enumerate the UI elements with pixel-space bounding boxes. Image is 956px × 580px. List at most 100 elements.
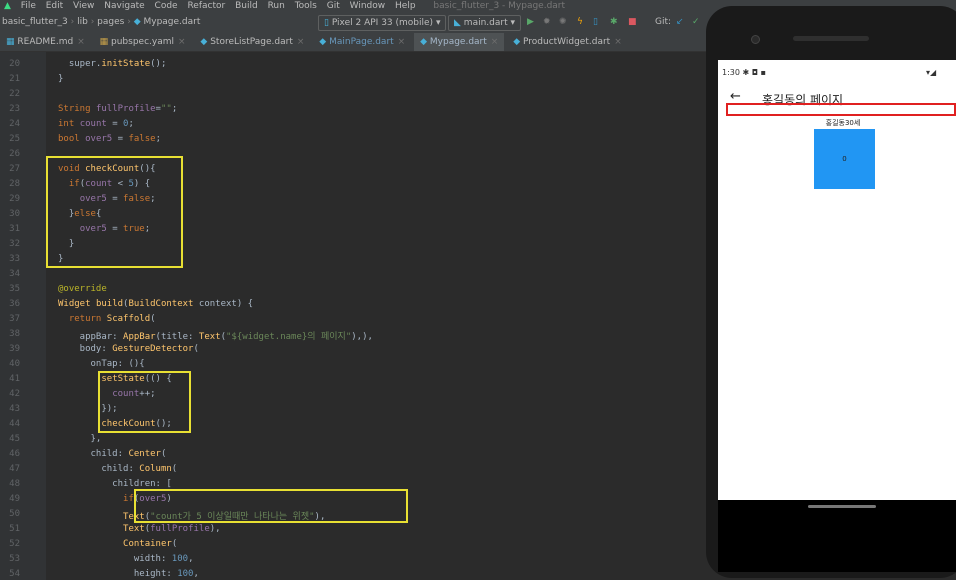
line-number: 39 [9, 344, 20, 354]
menu-navigate[interactable]: Navigate [104, 1, 144, 11]
line-number: 34 [9, 269, 20, 279]
device-selector[interactable]: ▯ Pixel 2 API 33 (mobile) ▾ [318, 15, 447, 31]
line-number-gutter: 20 21 22 23 24 25 26 27 28 29 30 31 32 33 34 35 36 37 38 39… [0, 52, 46, 580]
menu-file[interactable]: File [21, 1, 36, 11]
git-update-icon[interactable]: ↙ [676, 12, 684, 33]
code-line: children: [ [58, 479, 172, 489]
highlight-box [134, 489, 408, 523]
tab-pubspec[interactable]: ▦ pubspec.yaml × [94, 33, 192, 51]
line-number: 22 [9, 89, 20, 99]
breadcrumb-pages[interactable]: pages [97, 17, 124, 27]
status-bar: 1:30 ✱ ◘ ▪ ▾◢ [722, 68, 936, 77]
markdown-icon: ▦ [6, 37, 18, 47]
line-number: 37 [9, 314, 20, 324]
breadcrumb-file[interactable]: Mypage.dart [143, 17, 200, 27]
line-number: 54 [9, 569, 20, 579]
dart-file-icon: ◆ [420, 37, 430, 47]
debug-icon[interactable]: ✹ [543, 12, 551, 33]
menu-refactor[interactable]: Refactor [187, 1, 225, 11]
tab-productwidget[interactable]: ◆ ProductWidget.dart × [507, 33, 628, 51]
line-number: 47 [9, 464, 20, 474]
line-number: 27 [9, 164, 20, 174]
menu-edit[interactable]: Edit [46, 1, 63, 11]
attach-icon[interactable]: ✱ [610, 12, 618, 33]
line-number: 49 [9, 494, 20, 504]
git-commit-icon[interactable]: ✓ [692, 12, 700, 33]
window-title: basic_flutter_3 - Mypage.dart [433, 1, 566, 11]
status-time: 1:30 [722, 68, 740, 77]
tab-label: MainPage.dart [329, 37, 394, 47]
menu-git[interactable]: Git [327, 1, 340, 11]
code-line: @override [58, 284, 107, 294]
line-number: 33 [9, 254, 20, 264]
settings-icon: ✱ ◘ ▪ [742, 68, 767, 77]
line-number: 29 [9, 194, 20, 204]
code-line: onTap: (){ [58, 359, 145, 369]
close-icon[interactable]: × [614, 37, 622, 47]
tab-mypage[interactable]: ◆ Mypage.dart × [414, 33, 505, 51]
profile-text: 홍길동30세 [825, 119, 861, 127]
code-line: height: 100, [58, 569, 199, 579]
line-number: 43 [9, 404, 20, 414]
line-number: 45 [9, 434, 20, 444]
line-number: 42 [9, 389, 20, 399]
line-number: 32 [9, 239, 20, 249]
tab-mainpage[interactable]: ◆ MainPage.dart × [313, 33, 411, 51]
device-label: Pixel 2 API 33 (mobile) [331, 18, 434, 28]
close-icon[interactable]: × [178, 37, 186, 47]
tab-label: README.md [17, 37, 74, 47]
profile-icon[interactable]: ✺ [559, 12, 567, 33]
code-line: child: Center( [58, 449, 167, 459]
home-indicator[interactable] [808, 505, 876, 508]
chevron-down-icon: ▾ [435, 18, 441, 28]
code-line: } [58, 74, 64, 84]
phone-icon: ▯ [324, 18, 329, 28]
close-icon[interactable]: × [77, 37, 85, 47]
hot-reload-icon[interactable]: ϟ [577, 12, 583, 33]
line-number: 38 [9, 329, 20, 339]
chevron-down-icon: ▾ [510, 18, 516, 28]
menu-run[interactable]: Run [268, 1, 285, 11]
run-config-selector[interactable]: ◣ main.dart ▾ [448, 15, 522, 31]
line-number: 23 [9, 104, 20, 114]
breadcrumb-lib[interactable]: lib [77, 17, 88, 27]
code-line: Container( [123, 539, 178, 549]
line-number: 35 [9, 284, 20, 294]
dart-file-icon: ◆ [133, 17, 141, 27]
stop-icon[interactable]: ■ [628, 12, 637, 33]
hot-restart-icon[interactable]: ▯ [593, 12, 598, 33]
tab-storelistpage[interactable]: ◆ StoreListPage.dart × [194, 33, 310, 51]
breadcrumb-project[interactable]: basic_flutter_3 [2, 17, 68, 27]
app-logo-icon: ▲ [4, 1, 11, 11]
code-line: child: Column( [58, 464, 178, 474]
line-number: 24 [9, 119, 20, 129]
line-number: 40 [9, 359, 20, 369]
camera-icon [751, 35, 760, 44]
run-icon[interactable]: ▶ [527, 12, 534, 33]
menu-view[interactable]: View [73, 1, 94, 11]
menu-build[interactable]: Build [235, 1, 258, 11]
code-line: width: 100, [58, 554, 194, 564]
git-label: Git: [655, 17, 672, 27]
code-line: body: GestureDetector( [58, 344, 199, 354]
line-number: 20 [9, 59, 20, 69]
speaker-grille [793, 36, 869, 41]
highlight-box [98, 371, 191, 433]
count-text: 0 [842, 155, 847, 163]
close-icon[interactable]: × [398, 37, 406, 47]
menu-code[interactable]: Code [155, 1, 178, 11]
back-arrow-icon[interactable]: ← [730, 89, 741, 104]
code-editor[interactable]: super.initState();} String fullProfile=""… [46, 52, 710, 580]
navigation-bar-bottom [718, 500, 956, 572]
line-number: 26 [9, 149, 20, 159]
line-number: 52 [9, 539, 20, 549]
menu-window[interactable]: Window [350, 1, 386, 11]
dart-file-icon: ◆ [513, 37, 523, 47]
menu-help[interactable]: Help [395, 1, 416, 11]
close-icon[interactable]: × [297, 37, 305, 47]
count-container[interactable]: 0 [814, 129, 875, 189]
menu-tools[interactable]: Tools [295, 1, 317, 11]
close-icon[interactable]: × [491, 37, 499, 47]
tab-readme[interactable]: ▦ README.md × [0, 33, 91, 51]
line-number: 31 [9, 224, 20, 234]
